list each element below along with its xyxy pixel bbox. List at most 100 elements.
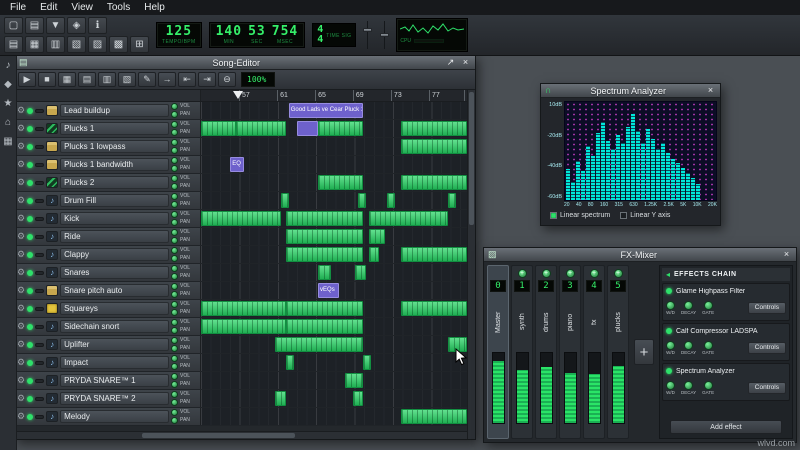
effect-enabled-led[interactable] bbox=[666, 328, 672, 334]
min-display[interactable]: 140MIN bbox=[216, 25, 242, 45]
checkbox[interactable] bbox=[620, 212, 627, 219]
tempo-value[interactable]: 125 bbox=[166, 25, 192, 38]
pattern-clip[interactable] bbox=[358, 193, 366, 208]
pan-knob[interactable] bbox=[171, 273, 178, 280]
solo-indicator[interactable] bbox=[35, 235, 44, 239]
automation-clip[interactable] bbox=[297, 121, 318, 136]
volume-knob[interactable] bbox=[171, 301, 178, 308]
pattern-clip[interactable] bbox=[363, 355, 371, 370]
play-button[interactable]: ▶ bbox=[18, 72, 36, 87]
sec-display[interactable]: 53SEC bbox=[248, 25, 266, 45]
master-pitch-slider[interactable] bbox=[380, 20, 389, 50]
gear-icon[interactable]: ⚙ bbox=[17, 304, 25, 313]
fx-mixer-button[interactable]: ▨ bbox=[88, 36, 107, 53]
fx-channel-master[interactable]: +0Master bbox=[487, 265, 509, 439]
controller-rack-button[interactable]: ⊞ bbox=[130, 36, 149, 53]
pattern-clip[interactable] bbox=[281, 193, 289, 208]
send-knob[interactable]: + bbox=[590, 269, 599, 278]
volume-knob[interactable] bbox=[171, 157, 178, 164]
timeline-ruler[interactable]: 57616569737781 bbox=[201, 90, 467, 101]
track-timeline[interactable] bbox=[201, 174, 467, 191]
bb-editor-button[interactable]: ▦ bbox=[25, 36, 44, 53]
w-d-knob[interactable] bbox=[666, 301, 675, 310]
edit-mode-button[interactable]: → bbox=[158, 72, 176, 87]
decay-knob[interactable] bbox=[684, 341, 693, 350]
track-timeline[interactable] bbox=[201, 264, 467, 281]
volume-knob[interactable] bbox=[171, 319, 178, 326]
solo-indicator[interactable] bbox=[35, 127, 44, 131]
mute-led[interactable] bbox=[27, 396, 33, 402]
mute-led[interactable] bbox=[27, 288, 33, 294]
pattern-clip[interactable] bbox=[201, 301, 286, 316]
solo-indicator[interactable] bbox=[35, 343, 44, 347]
gear-icon[interactable]: ⚙ bbox=[17, 124, 25, 133]
pattern-clip[interactable] bbox=[286, 355, 294, 370]
horizontal-scrollbar[interactable] bbox=[15, 431, 467, 439]
menu-tools[interactable]: Tools bbox=[100, 0, 137, 15]
export-project-button[interactable]: ◈ bbox=[67, 17, 86, 34]
master-volume-slider[interactable] bbox=[363, 20, 372, 50]
track-name[interactable]: Melody bbox=[60, 410, 169, 423]
fx-channel-piano[interactable]: +3piano bbox=[559, 265, 581, 439]
pattern-clip[interactable] bbox=[355, 265, 366, 280]
sidebar-computer-icon[interactable]: ▦ bbox=[3, 137, 12, 147]
pan-knob[interactable] bbox=[171, 183, 178, 190]
pattern-clip[interactable] bbox=[401, 409, 468, 424]
gear-icon[interactable]: ⚙ bbox=[17, 394, 25, 403]
track-name[interactable]: Plucks 1 bandwidth bbox=[60, 158, 169, 171]
solo-indicator[interactable] bbox=[35, 415, 44, 419]
sidebar-presets-icon[interactable]: ★ bbox=[4, 99, 13, 109]
mute-led[interactable] bbox=[27, 234, 33, 240]
zoom-level-select[interactable]: 100% bbox=[241, 72, 275, 87]
new-project-button[interactable]: ▢ bbox=[4, 17, 23, 34]
automation-clip[interactable]: Good Lads ve Cear Pluck 1 bbox=[289, 103, 363, 118]
solo-indicator[interactable] bbox=[35, 361, 44, 365]
pan-knob[interactable] bbox=[171, 147, 178, 154]
track-timeline[interactable] bbox=[201, 192, 467, 209]
solo-indicator[interactable] bbox=[35, 109, 44, 113]
hscroll-thumb[interactable] bbox=[142, 433, 296, 438]
pan-knob[interactable] bbox=[171, 291, 178, 298]
menu-file[interactable]: File bbox=[3, 0, 33, 15]
pan-knob[interactable] bbox=[171, 399, 178, 406]
track-name[interactable]: Clappy bbox=[60, 248, 169, 261]
to-start-button[interactable]: ⇤ bbox=[178, 72, 196, 87]
pattern-clip[interactable] bbox=[201, 121, 236, 136]
controls-button[interactable]: Controls bbox=[748, 382, 786, 395]
mute-led[interactable] bbox=[27, 342, 33, 348]
volume-knob[interactable] bbox=[171, 175, 178, 182]
decay-knob[interactable] bbox=[684, 301, 693, 310]
controls-button[interactable]: Controls bbox=[748, 342, 786, 355]
gate-knob[interactable] bbox=[704, 301, 713, 310]
track-name[interactable]: Uplifter bbox=[60, 338, 169, 351]
fx-mixer-titlebar[interactable]: ▨ FX-Mixer × bbox=[484, 248, 796, 262]
send-knob[interactable]: + bbox=[614, 269, 623, 278]
w-d-knob[interactable] bbox=[666, 341, 675, 350]
pattern-clip[interactable] bbox=[318, 265, 331, 280]
pan-knob[interactable] bbox=[171, 417, 178, 424]
channel-fader[interactable] bbox=[588, 352, 601, 424]
solo-indicator[interactable] bbox=[35, 325, 44, 329]
gear-icon[interactable]: ⚙ bbox=[17, 196, 25, 205]
controls-button[interactable]: Controls bbox=[748, 302, 786, 315]
volume-slider-handle[interactable] bbox=[363, 28, 372, 32]
track-timeline[interactable]: Good Lads ve Cear Pluck 1 bbox=[201, 102, 467, 119]
option-linear-y-axis[interactable]: Linear Y axis bbox=[620, 212, 670, 219]
timesig-denominator[interactable]: 4 bbox=[317, 35, 323, 45]
w-d-knob[interactable] bbox=[666, 381, 675, 390]
pattern-clip[interactable] bbox=[318, 121, 363, 136]
open-project-button[interactable]: ▤ bbox=[25, 17, 44, 34]
pattern-clip[interactable] bbox=[286, 319, 363, 334]
pattern-clip[interactable] bbox=[401, 175, 468, 190]
mute-led[interactable] bbox=[27, 108, 33, 114]
mute-led[interactable] bbox=[27, 414, 33, 420]
mute-led[interactable] bbox=[27, 270, 33, 276]
gear-icon[interactable]: ⚙ bbox=[17, 412, 25, 421]
pattern-clip[interactable] bbox=[401, 121, 468, 136]
pattern-clip[interactable] bbox=[369, 229, 385, 244]
vscroll-thumb[interactable] bbox=[469, 92, 474, 225]
solo-indicator[interactable] bbox=[35, 289, 44, 293]
solo-indicator[interactable] bbox=[35, 217, 44, 221]
project-properties-button[interactable]: ℹ bbox=[88, 17, 107, 34]
gear-icon[interactable]: ⚙ bbox=[17, 322, 25, 331]
